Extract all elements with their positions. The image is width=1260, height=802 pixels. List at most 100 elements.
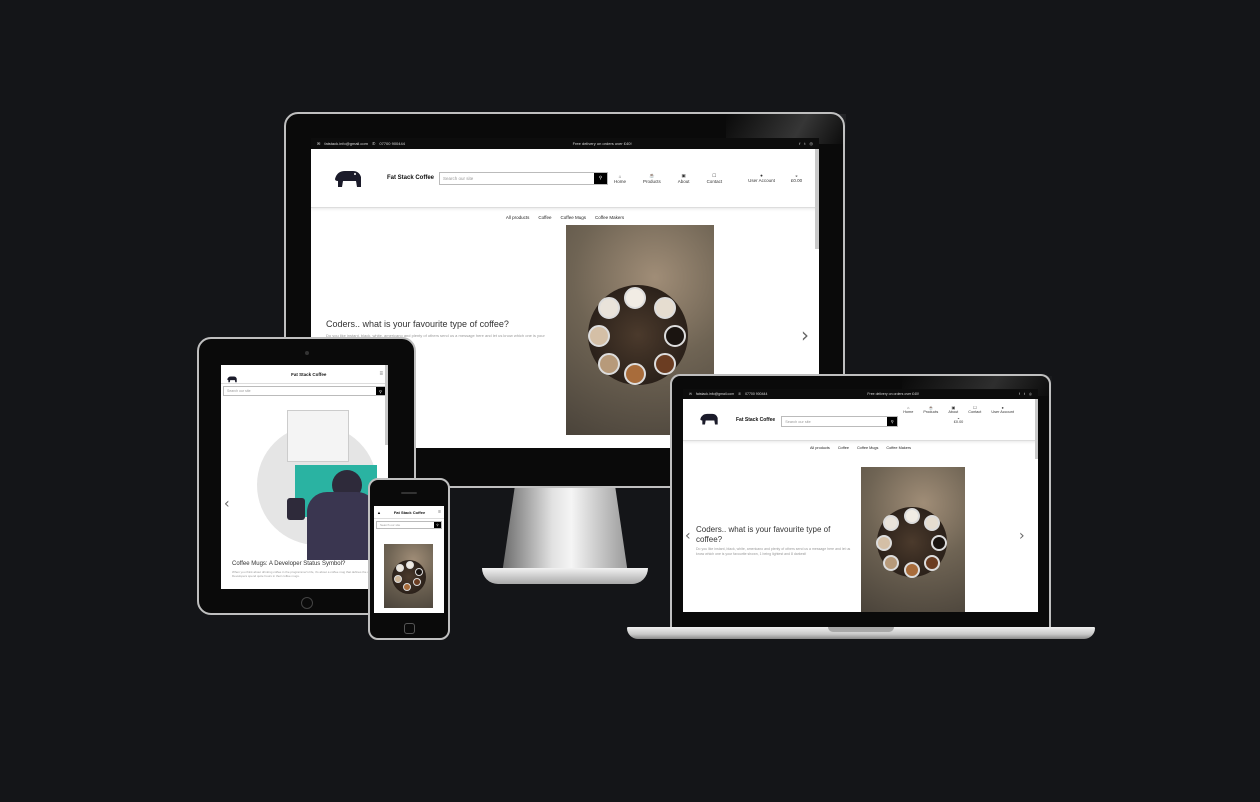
category-coffee-makers[interactable]: Coffee Makers <box>886 446 911 450</box>
hero-carousel: ‹ Coders.. what is your favourite type o… <box>683 455 1038 612</box>
hamburger-menu-icon[interactable]: ≡ <box>379 371 383 377</box>
tablet-camera <box>305 351 309 355</box>
search-icon: ⚲ <box>436 523 439 527</box>
search-button[interactable]: ⚲ <box>376 387 385 395</box>
nav-about[interactable]: ▣ About <box>678 173 690 184</box>
laptop-screen: ✉ fatstack.info@gmail.com ✆ 07700 900444… <box>683 389 1038 612</box>
phone-home-button[interactable] <box>404 623 415 634</box>
cart-button[interactable]: ◒ £0.00 <box>954 416 964 424</box>
nav-products[interactable]: ☕ Products <box>643 173 661 184</box>
nav-label: Products <box>923 410 939 414</box>
laptop-header: Fat Stack Coffee Search our site ⚲ ⌂ Home… <box>683 399 1038 441</box>
developer-illustration <box>257 410 377 560</box>
nav-label: About <box>677 178 690 184</box>
nav-contact[interactable]: ☐ Contact <box>968 405 981 414</box>
nav-contact[interactable]: ☐ Contact <box>707 173 723 184</box>
search-icon: ⚲ <box>598 175 603 180</box>
hero-title: Coders.. what is your favourite type of … <box>696 525 831 544</box>
search-bar[interactable]: Search our site ⚲ <box>781 416 899 427</box>
category-all-products[interactable]: All products <box>506 215 530 220</box>
envelope-icon: ✉ <box>689 392 692 396</box>
user-account-menu[interactable]: ● User Account <box>748 173 775 183</box>
tablet-home-button[interactable] <box>301 597 313 609</box>
phone-number[interactable]: 07700 900444 <box>745 392 767 396</box>
brand-name[interactable]: Fat Stack Coffee <box>736 417 775 423</box>
category-coffee-mugs[interactable]: Coffee Mugs <box>857 446 878 450</box>
nav-about[interactable]: ▣ About <box>948 405 958 414</box>
hero-body: Do you like instant, black, white, ameri… <box>696 547 851 556</box>
nav-label: Home <box>614 178 627 184</box>
nav-label: Products <box>643 178 661 184</box>
category-nav: All products Coffee Coffee Mugs Coffee M… <box>311 209 819 225</box>
search-bar[interactable]: Search our site ⚲ <box>439 171 609 185</box>
twitter-icon[interactable]: t <box>1024 392 1025 396</box>
facebook-icon[interactable]: f <box>799 141 800 146</box>
twitter-icon[interactable]: t <box>804 141 805 146</box>
phone-speaker <box>401 492 417 494</box>
phone-header: ▲ Fat Stack Coffee ≡ <box>374 506 444 519</box>
brand-name[interactable]: Fat Stack Coffee <box>291 372 326 377</box>
nav-label: Home <box>903 410 914 414</box>
monitor-stand-neck <box>502 488 628 574</box>
promo-text: Free delivery on orders over £40! <box>867 392 919 396</box>
instagram-icon[interactable]: ◎ <box>1029 392 1032 396</box>
hamburger-menu-icon[interactable]: ≡ <box>438 509 441 515</box>
nav-label: Contact <box>706 178 723 184</box>
category-coffee-makers[interactable]: Coffee Makers <box>595 215 624 220</box>
search-input[interactable]: Search our site <box>782 420 887 424</box>
nav-home[interactable]: ⌂ Home <box>614 174 626 184</box>
search-bar[interactable]: Search our site ⚲ <box>223 386 386 396</box>
laptop-notch <box>828 627 894 632</box>
main-nav: ⌂ Home ☕ Products ▣ About ☐ Contact ● User Ac… <box>903 405 1014 414</box>
category-coffee[interactable]: Coffee <box>838 446 849 450</box>
search-button[interactable]: ⚲ <box>594 172 608 184</box>
search-input[interactable]: Search our site <box>440 176 594 181</box>
desktop-header: Fat Stack Coffee Search our site ⚲ ⌂ Home… <box>311 149 819 208</box>
envelope-icon: ✉ <box>317 141 321 146</box>
email-link[interactable]: fatstack.info@gmail.com <box>696 392 734 396</box>
monitor-stand-base <box>482 568 648 584</box>
search-icon: ⚲ <box>379 388 382 394</box>
search-button[interactable]: ⚲ <box>434 522 441 528</box>
search-button[interactable]: ⚲ <box>887 417 898 426</box>
tablet-screen: Fat Stack Coffee ≡ Search our site ⚲ ‹ C… <box>221 365 388 589</box>
brand-name[interactable]: Fat Stack Coffee <box>394 510 425 515</box>
search-icon: ⚲ <box>890 420 894 424</box>
scrollbar[interactable] <box>815 149 819 249</box>
promo-text: Free delivery on orders over £40! <box>572 141 632 146</box>
bear-logo-icon[interactable] <box>226 370 238 383</box>
cart-total: £0.00 <box>953 420 964 424</box>
brand-name[interactable]: Fat Stack Coffee <box>387 175 434 181</box>
category-coffee-mugs[interactable]: Coffee Mugs <box>561 215 586 220</box>
tablet-header: Fat Stack Coffee ≡ <box>221 365 388 384</box>
account-label: User Account <box>991 410 1014 414</box>
search-input[interactable]: Search our site <box>377 523 434 527</box>
tablet-carousel: ‹ Coffee Mugs: A Developer Status Symbol… <box>221 398 388 588</box>
nav-home[interactable]: ⌂ Home <box>903 406 913 414</box>
search-bar[interactable]: Search our site ⚲ <box>376 521 442 529</box>
carousel-next-icon[interactable]: › <box>1019 528 1025 544</box>
scrollbar[interactable] <box>1035 399 1038 459</box>
carousel-next-icon[interactable]: › <box>801 323 809 347</box>
category-all-products[interactable]: All products <box>810 446 830 450</box>
phone-number[interactable]: 07700 900444 <box>379 141 405 146</box>
hero-title: Coders.. what is your favourite type of … <box>326 319 509 329</box>
main-nav: ⌂ Home ☕ Products ▣ About ☐ Contact <box>614 173 722 184</box>
cart-button[interactable]: ◒ £0.00 <box>791 173 802 183</box>
email-link[interactable]: fatstack.info@gmail.com <box>324 141 368 146</box>
tablet-caption: Coffee Mugs: A Developer Status Symbol? <box>232 561 346 567</box>
category-coffee[interactable]: Coffee <box>538 215 551 220</box>
desktop-topbar: ✉ fatstack.info@gmail.com ✆ 07700 900444… <box>311 138 819 149</box>
nav-label: About <box>948 410 959 414</box>
carousel-prev-icon[interactable]: ‹ <box>685 528 691 544</box>
scrollbar[interactable] <box>385 365 388 445</box>
bear-logo-icon[interactable] <box>699 411 719 426</box>
bear-logo-icon[interactable]: ▲ <box>377 510 381 515</box>
search-input[interactable]: Search our site <box>224 389 376 393</box>
facebook-icon[interactable]: f <box>1019 392 1020 396</box>
carousel-prev-icon[interactable]: ‹ <box>224 496 230 512</box>
bear-logo-icon[interactable] <box>333 167 363 189</box>
instagram-icon[interactable]: ◎ <box>810 141 814 146</box>
nav-products[interactable]: ☕ Products <box>923 405 938 414</box>
user-account-menu[interactable]: ● User Account <box>991 406 1014 414</box>
